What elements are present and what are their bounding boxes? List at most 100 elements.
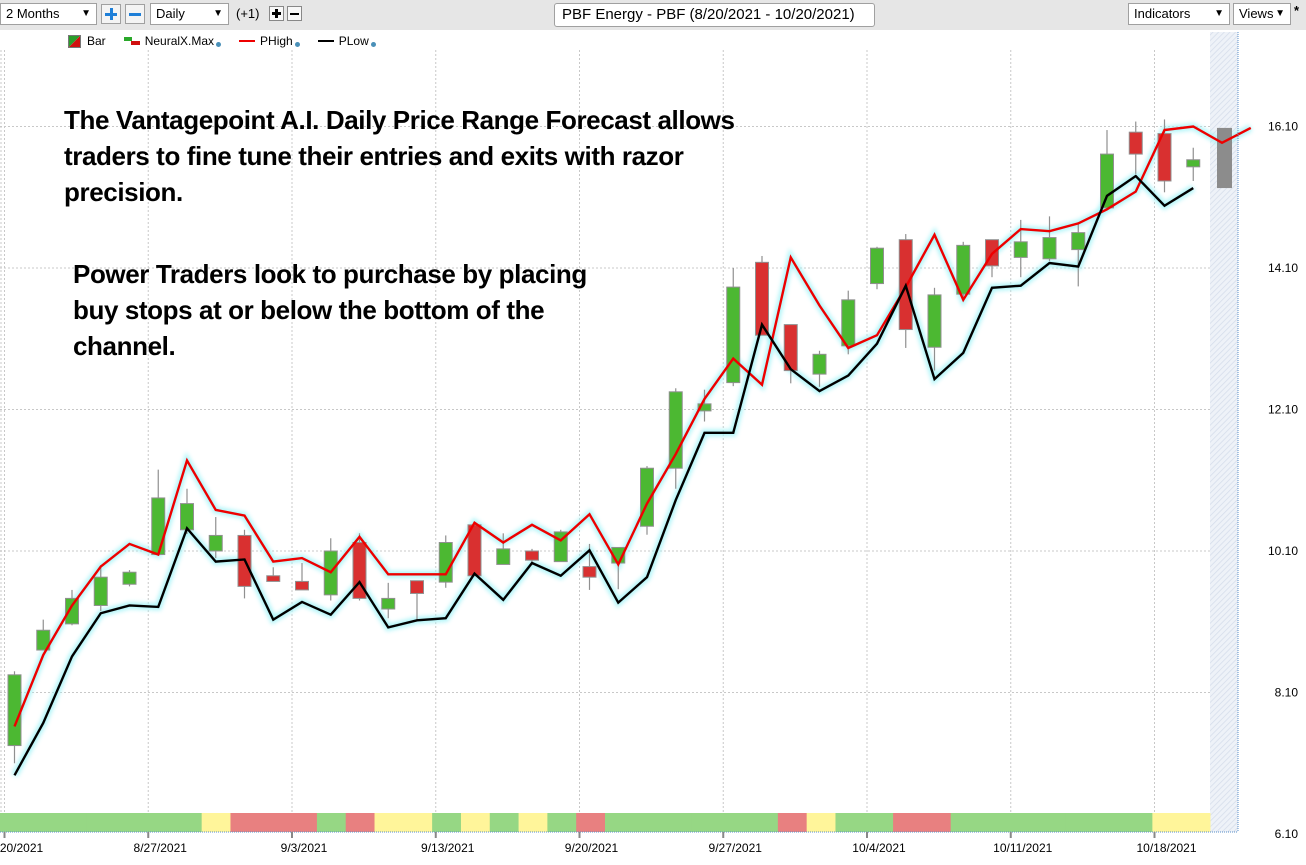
line-red-icon	[239, 40, 256, 42]
annotation-line: buy stops at or below the bottom of the	[73, 295, 545, 325]
legend-item-bar[interactable]: Bar	[68, 34, 106, 48]
candle-body-up	[496, 548, 511, 565]
neuralx-band-segment	[115, 813, 145, 832]
candle	[553, 529, 568, 563]
candle-body-up	[7, 674, 22, 747]
neuralx-band-segment	[893, 813, 923, 832]
x-tick-label: 9/13/2021	[421, 841, 475, 855]
neuralx-band-segment	[1094, 813, 1125, 832]
annotation-power-traders: Power Traders look to purchase by placin…	[73, 256, 587, 364]
neuralx-band-segment	[605, 813, 635, 832]
neuralx-band-segment	[1181, 813, 1211, 832]
neuralx-band-segment	[720, 813, 750, 832]
x-tick-label: 10/4/2021	[852, 841, 906, 855]
annotation-line: channel.	[73, 331, 176, 361]
legend-item-phigh[interactable]: PHigh	[239, 34, 300, 48]
candle	[381, 582, 396, 619]
candle-body-up	[1013, 241, 1028, 258]
candle	[438, 535, 453, 588]
neuralx-band-segment	[28, 813, 59, 832]
annotation-forecast: The Vantagepoint A.I. Daily Price Range …	[64, 102, 735, 210]
candle-body-up	[93, 576, 108, 606]
neuralx-band-segment	[1065, 813, 1096, 832]
forecast-bar	[1217, 127, 1232, 189]
neuralx-band-segment	[950, 813, 981, 832]
candle	[237, 529, 252, 599]
x-tick-label: 8/20/2021	[0, 841, 44, 855]
candle	[726, 268, 741, 387]
neuralx-band-segment	[691, 813, 721, 832]
neuralx-band-segment	[489, 813, 520, 832]
neuralx-band-segment	[316, 813, 347, 832]
neuralx-band-segment	[921, 813, 952, 832]
neuralx-band-segment	[230, 813, 260, 832]
neuralx-band-segment	[432, 813, 462, 832]
legend-label: Bar	[87, 34, 106, 48]
x-tick-label: 10/11/2021	[993, 841, 1052, 855]
annotation-line: Power Traders look to purchase by placin…	[73, 259, 587, 289]
candle-body-up	[122, 571, 137, 585]
candle	[898, 234, 913, 348]
neuralx-band-segment	[374, 813, 404, 832]
candle-body-up	[841, 299, 856, 347]
candle-body-up	[1186, 159, 1201, 168]
neuralx-band-segment	[979, 813, 1009, 832]
phigh-glow	[11, 122, 1253, 728]
legend: Bar NeuralX.Max PHigh PLow	[68, 33, 394, 49]
neuralx-band-segment	[172, 813, 203, 832]
candle	[985, 239, 999, 278]
legend-label: PLow	[338, 34, 369, 48]
neuralx-band-segment	[403, 813, 433, 832]
annotation-line: traders to fine tune their entries and e…	[64, 141, 684, 171]
bar-swatch-icon	[68, 34, 81, 48]
candle-body-up	[381, 597, 396, 610]
candle	[812, 350, 827, 387]
annotation-line: precision.	[64, 177, 183, 207]
line-black-icon	[317, 40, 334, 42]
neuralx-band-segment	[749, 813, 779, 832]
candle-body-up	[151, 497, 166, 556]
neuralx-band-segment	[1152, 813, 1182, 832]
candle-body-up	[438, 542, 453, 583]
neuralx-band-segment	[633, 813, 664, 832]
neuralx-band-segment	[0, 813, 30, 832]
neuralx-band-segment	[806, 813, 836, 832]
candle-body-down	[266, 575, 281, 582]
candle	[295, 563, 309, 591]
y-tick-label: 8.10	[1275, 686, 1299, 700]
neuralx-swatch-icon	[123, 37, 140, 45]
neuralx-band-segment	[576, 813, 606, 832]
y-tick-label: 16.10	[1268, 120, 1298, 134]
candle-body-up	[208, 534, 223, 552]
legend-item-plow[interactable]: PLow	[317, 34, 376, 48]
neuralx-band-segment	[777, 813, 808, 832]
candle-body-up	[870, 247, 884, 285]
candle	[1186, 147, 1201, 181]
candle-body-up	[1100, 153, 1114, 209]
neuralx-band-segment	[662, 813, 692, 832]
candle	[266, 567, 281, 582]
settings-dot-icon[interactable]	[216, 41, 222, 47]
neuralx-band-segment	[201, 813, 231, 832]
candle-body-down	[410, 580, 424, 594]
candle-body-up	[812, 353, 827, 375]
candle-body-up	[726, 286, 741, 384]
legend-label: PHigh	[260, 34, 293, 48]
candle-body-up	[1071, 232, 1086, 251]
neuralx-band-segment	[288, 813, 318, 832]
annotation-line: The Vantagepoint A.I. Daily Price Range …	[64, 105, 735, 135]
settings-dot-icon[interactable]	[294, 41, 300, 47]
candle	[1128, 121, 1143, 174]
neuralx-band-segment	[86, 813, 116, 832]
neuralx-band-segment	[1008, 813, 1038, 832]
candle	[870, 246, 884, 290]
neuralx-band-segment	[1123, 813, 1153, 832]
candle-body-down	[1128, 131, 1143, 155]
neuralx-band-segment	[518, 813, 548, 832]
neuralx-band-segment	[864, 813, 894, 832]
settings-dot-icon[interactable]	[370, 41, 376, 47]
neuralx-band-segment	[835, 813, 865, 832]
y-tick-label: 6.10	[1275, 827, 1299, 841]
x-tick-label: 9/20/2021	[565, 841, 619, 855]
legend-item-neuralx[interactable]: NeuralX.Max	[123, 34, 222, 48]
